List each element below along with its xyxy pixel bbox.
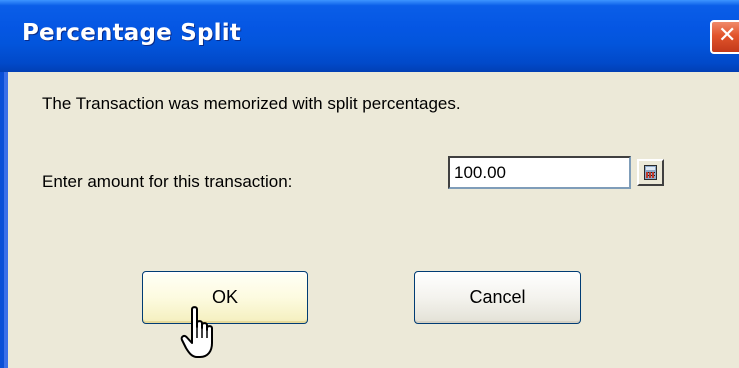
dialog-message: The Transaction was memorized with split… [42,94,461,113]
title-bar[interactable]: Percentage Split ✕ [0,0,739,72]
calculator-button[interactable] [637,159,664,186]
cancel-button[interactable]: Cancel [414,271,581,324]
calculator-icon [644,165,657,180]
close-button[interactable]: ✕ [710,20,739,54]
percentage-split-dialog: Percentage Split ✕ The Transaction was m… [0,0,739,368]
window-title: Percentage Split [22,20,241,46]
close-icon: ✕ [718,23,737,48]
calculator-keys [646,172,655,178]
calculator-screen [646,167,655,170]
ok-button[interactable]: OK [142,271,308,324]
hand-pointer-icon [180,306,213,358]
amount-input[interactable] [448,156,631,189]
amount-label: Enter amount for this transaction: [42,172,293,191]
window-frame-left-inner [4,72,8,368]
